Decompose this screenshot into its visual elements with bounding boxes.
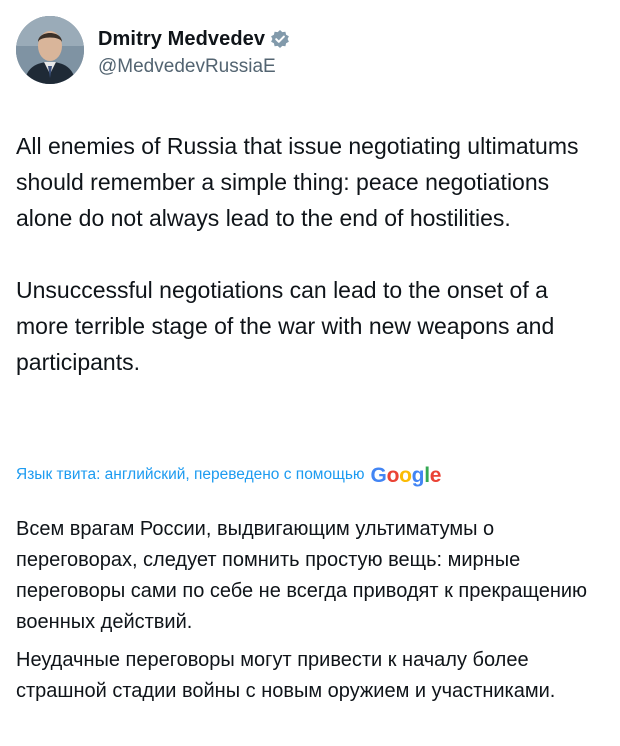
translated-paragraph: Всем врагам России, выдвигающим ультимат… — [16, 518, 588, 633]
google-logo-letter: e — [429, 463, 442, 487]
display-name[interactable]: Dmitry Medvedev — [98, 28, 265, 51]
google-logo: Google — [371, 465, 442, 486]
verified-badge-icon — [270, 29, 290, 49]
tweet-text: All enemies of Russia that issue negotia… — [16, 128, 606, 380]
google-logo-letter: o — [399, 463, 412, 487]
translated-paragraph: Неудачные переговоры могут привести к на… — [16, 649, 556, 702]
google-logo-letter: G — [370, 463, 387, 487]
translation-attribution: Язык твита: английский, переведено с пом… — [16, 460, 441, 490]
name-row: Dmitry Medvedev — [98, 26, 290, 52]
tweet-paragraph: All enemies of Russia that issue negotia… — [16, 133, 579, 231]
tweet-header: Dmitry Medvedev @MedvedevRussiaE — [16, 16, 606, 88]
user-handle[interactable]: @MedvedevRussiaE — [98, 56, 276, 78]
tweet-paragraph: Unsuccessful negotiations can lead to th… — [16, 277, 555, 375]
translated-text: Всем врагам России, выдвигающим ультимат… — [16, 514, 606, 707]
translation-note[interactable]: Язык твита: английский, переведено с пом… — [16, 466, 365, 484]
google-logo-letter: g — [411, 463, 425, 487]
avatar-image — [16, 16, 84, 84]
avatar[interactable] — [16, 16, 84, 84]
google-logo-letter: o — [386, 463, 400, 487]
